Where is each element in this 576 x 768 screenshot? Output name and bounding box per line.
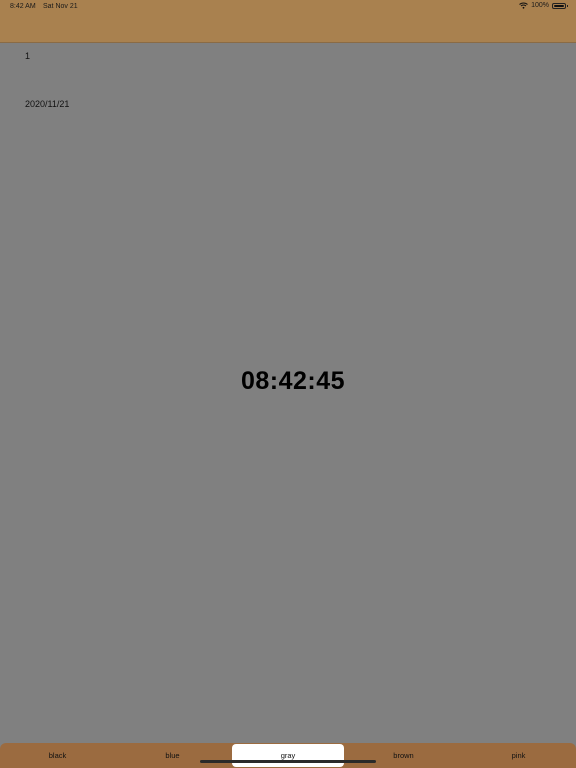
tab-brown[interactable]: brown bbox=[346, 743, 461, 768]
tab-label: blue bbox=[165, 751, 180, 760]
tab-pink[interactable]: pink bbox=[461, 743, 576, 768]
tab-label: gray bbox=[280, 751, 296, 760]
status-indicators: 100% bbox=[519, 2, 568, 9]
tab-black[interactable]: black bbox=[0, 743, 115, 768]
home-indicator[interactable] bbox=[200, 760, 376, 763]
tab-label: brown bbox=[393, 751, 414, 760]
tab-label: black bbox=[48, 751, 67, 760]
tab-label: pink bbox=[511, 751, 526, 760]
main-content: 1 2020/11/21 08:42:45 bbox=[0, 43, 576, 743]
count-label: 1 bbox=[25, 51, 31, 61]
color-segmented-control: black blue gray brown pink bbox=[0, 743, 576, 768]
tab-gray[interactable]: gray bbox=[232, 744, 344, 767]
tab-blue[interactable]: blue bbox=[115, 743, 230, 768]
date-label: 2020/11/21 bbox=[25, 99, 70, 109]
clock-display: 08:42:45 bbox=[240, 367, 346, 395]
status-bar: 8:42 AM Sat Nov 21 100% bbox=[0, 0, 576, 14]
wifi-icon bbox=[519, 2, 528, 9]
status-time: 8:42 AM bbox=[10, 3, 36, 10]
battery-percent: 100% bbox=[531, 2, 549, 9]
status-date: Sat Nov 21 bbox=[43, 3, 78, 10]
battery-icon bbox=[552, 2, 568, 9]
